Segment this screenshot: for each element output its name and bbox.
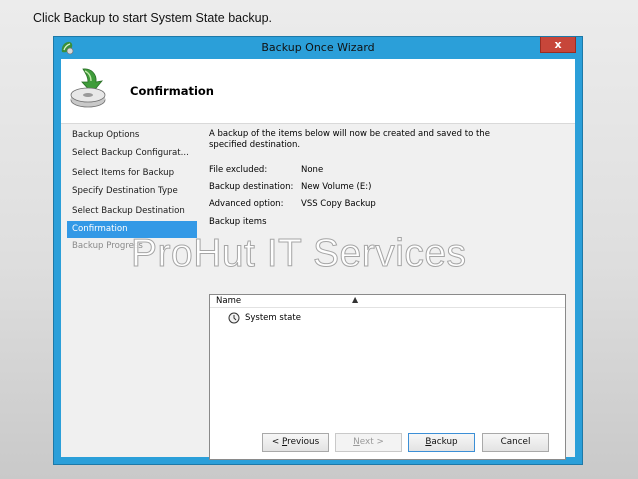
nav-step-destination-type[interactable]: Specify Destination Type bbox=[67, 183, 197, 201]
backup-items-label: Backup items bbox=[209, 217, 267, 227]
wizard-header: Confirmation bbox=[61, 59, 575, 124]
wizard-client-area: Confirmation Backup Options Select Backu… bbox=[61, 59, 575, 460]
prop-label: Advanced option: bbox=[209, 199, 284, 209]
nav-step-select-items[interactable]: Select Items for Backup bbox=[67, 165, 197, 183]
title-bar[interactable]: Backup Once Wizard x bbox=[54, 37, 582, 59]
prop-row-file-excluded: File excluded: None bbox=[209, 162, 565, 179]
list-item-label: System state bbox=[245, 313, 301, 323]
close-button[interactable]: x bbox=[540, 37, 576, 53]
next-button[interactable]: Next > bbox=[335, 433, 402, 452]
nav-step-select-backup-configuration[interactable]: Select Backup Configurat... bbox=[67, 145, 197, 163]
prop-value: VSS Copy Backup bbox=[301, 199, 376, 209]
nav-step-backup-options[interactable]: Backup Options bbox=[67, 127, 197, 145]
nav-step-confirmation[interactable]: Confirmation bbox=[67, 220, 197, 238]
previous-button[interactable]: < Previous bbox=[262, 433, 329, 452]
close-icon: x bbox=[554, 38, 562, 51]
confirmation-content: A backup of the items below will now be … bbox=[209, 123, 566, 460]
backup-drive-icon bbox=[70, 68, 106, 108]
list-item[interactable]: System state bbox=[210, 311, 565, 325]
slide-caption: Click Backup to start System State backu… bbox=[33, 11, 272, 25]
backup-button[interactable]: Backup bbox=[408, 433, 475, 452]
column-header-name[interactable]: Name ▲ bbox=[210, 295, 565, 308]
prop-row-advanced-option: Advanced option: VSS Copy Backup bbox=[209, 196, 565, 213]
backup-properties: File excluded: None Backup destination: … bbox=[209, 162, 565, 213]
prop-value: New Volume (E:) bbox=[301, 182, 372, 192]
window-title: Backup Once Wizard bbox=[261, 41, 375, 54]
prop-value: None bbox=[301, 165, 324, 175]
prop-label: Backup destination: bbox=[209, 182, 294, 192]
system-state-icon bbox=[228, 312, 240, 324]
prop-label: File excluded: bbox=[209, 165, 268, 175]
cancel-button[interactable]: Cancel bbox=[482, 433, 549, 452]
intro-text: A backup of the items below will now be … bbox=[209, 129, 490, 150]
prop-row-backup-destination: Backup destination: New Volume (E:) bbox=[209, 179, 565, 196]
page-title: Confirmation bbox=[130, 84, 214, 98]
backup-once-wizard-window: Backup Once Wizard x Confirmation Backup… bbox=[53, 36, 583, 465]
wizard-steps-nav: Backup Options Select Backup Configurat.… bbox=[67, 123, 197, 256]
sort-ascending-icon: ▲ bbox=[352, 295, 359, 304]
nav-step-backup-progress: Backup Progress bbox=[72, 241, 143, 251]
nav-step-backup-destination[interactable]: Select Backup Destination bbox=[67, 203, 197, 221]
